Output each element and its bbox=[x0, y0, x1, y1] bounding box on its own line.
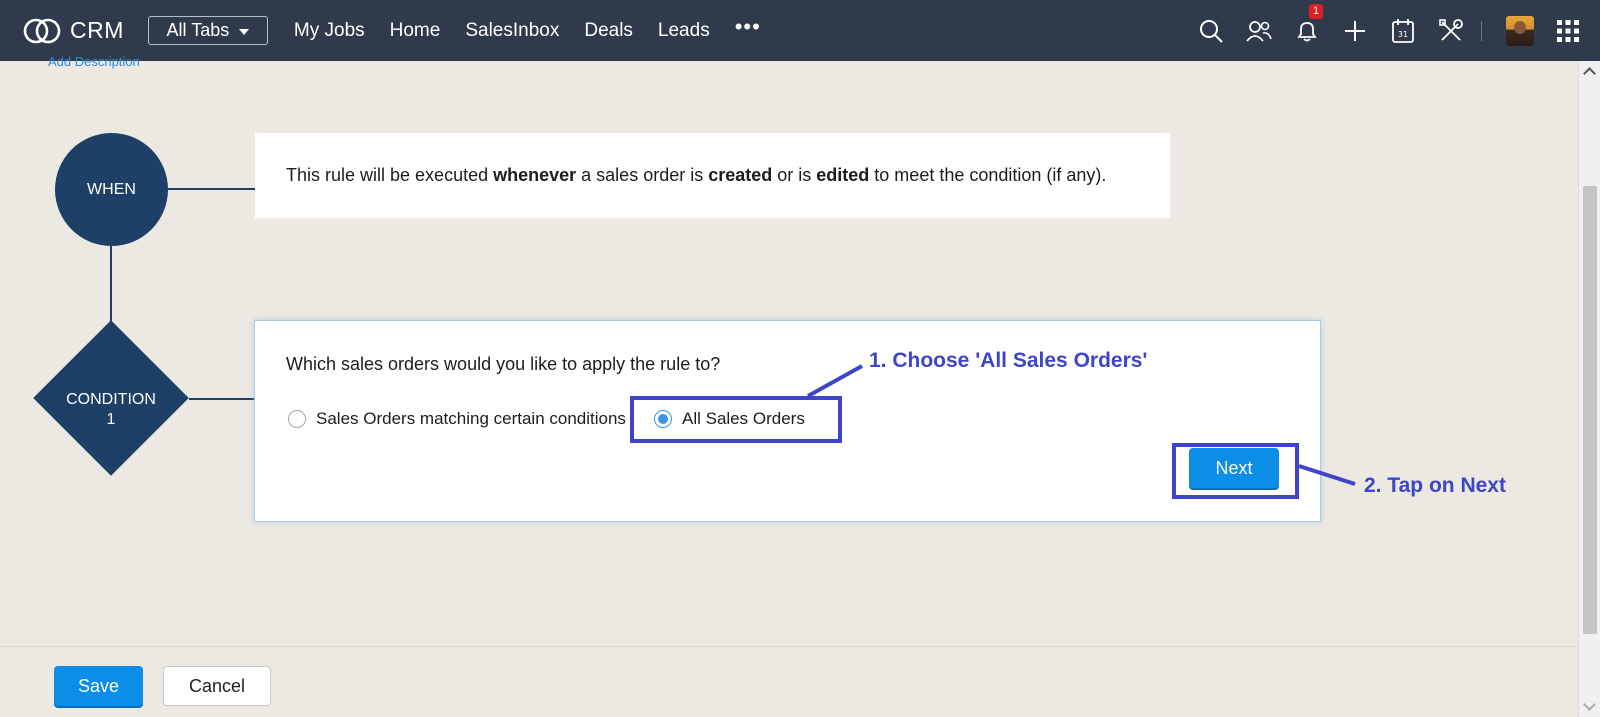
scroll-thumb[interactable] bbox=[1583, 186, 1597, 634]
cancel-button[interactable]: Cancel bbox=[163, 666, 271, 706]
footer-bar: Save Cancel bbox=[0, 646, 1578, 717]
annotation-step1: 1. Choose 'All Sales Orders' bbox=[869, 349, 1148, 372]
annotation-pointer-lines bbox=[807, 364, 1356, 486]
scroll-up-arrow-icon[interactable] bbox=[1583, 67, 1596, 80]
annotation-step2: 2. Tap on Next bbox=[1364, 474, 1506, 497]
vertical-scrollbar[interactable] bbox=[1578, 61, 1600, 717]
scroll-down-arrow-icon[interactable] bbox=[1583, 698, 1596, 711]
save-button[interactable]: Save bbox=[54, 666, 143, 706]
